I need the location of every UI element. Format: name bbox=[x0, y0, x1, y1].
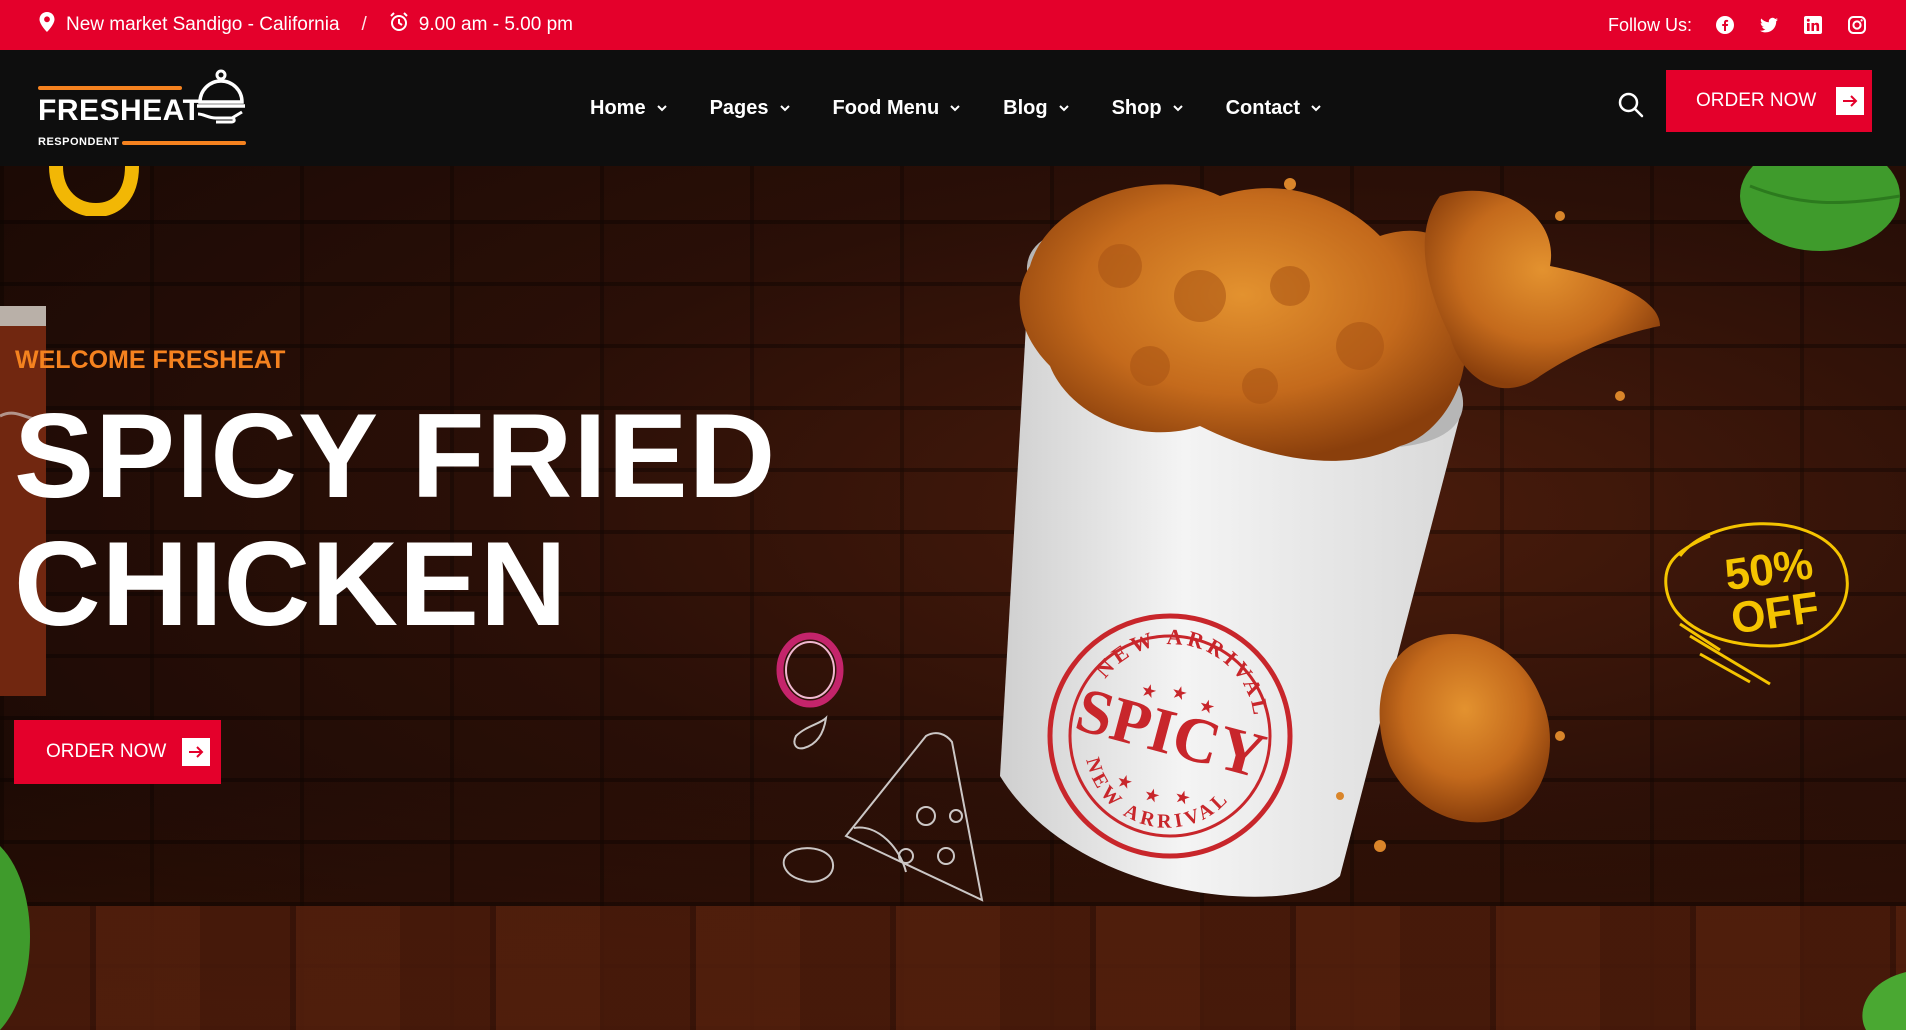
nav-item-pages[interactable]: Pages bbox=[710, 97, 791, 120]
onion-ring-image bbox=[776, 632, 844, 708]
order-now-label: ORDER NOW bbox=[46, 741, 167, 762]
nav-label: Food Menu bbox=[832, 96, 940, 119]
fried-chicken-bucket-image: NEW ARRIVAL NEW ARRIVAL SPICY ★ ★★ ★★ ★ bbox=[1000, 178, 1660, 897]
chevron-down-icon bbox=[1311, 105, 1321, 112]
top-bar: New market Sandigo - California / 9.00 a… bbox=[0, 0, 1906, 50]
chevron-down-icon bbox=[656, 105, 667, 112]
wooden-table-surface bbox=[0, 906, 1906, 1030]
site-logo[interactable]: FRESHEAT RESPONDENT bbox=[38, 68, 248, 148]
alarm-clock-icon bbox=[389, 12, 409, 38]
nav-label: Pages bbox=[709, 96, 769, 119]
chevron-down-icon bbox=[950, 105, 960, 112]
chevron-down-icon bbox=[779, 105, 790, 112]
nav-item-home[interactable]: Home bbox=[590, 97, 668, 120]
hero-banner: WELCOME FRESHEAT SPICY FRIED CHICKEN ORD… bbox=[0, 166, 1906, 1030]
primary-menu: Home Pages Food Menu Blog Shop Contact bbox=[590, 50, 1322, 166]
main-navbar: FRESHEAT RESPONDENT Home Pages Food Menu… bbox=[0, 50, 1906, 166]
facebook-icon[interactable] bbox=[1714, 14, 1736, 36]
location-info: New market Sandigo - California bbox=[38, 12, 340, 38]
basil-leaf-image bbox=[1740, 166, 1901, 251]
arrow-right-icon bbox=[1836, 87, 1865, 115]
hours-text: 9.00 am - 5.00 pm bbox=[418, 14, 573, 35]
nav-item-shop[interactable]: Shop bbox=[1112, 97, 1184, 120]
follow-label: Follow Us: bbox=[1607, 14, 1692, 35]
nav-label: Blog bbox=[1003, 96, 1048, 119]
nav-label: Contact bbox=[1225, 96, 1301, 119]
nav-label: Home bbox=[590, 96, 646, 119]
green-leaf-image bbox=[0, 846, 30, 1030]
topbar-separator: / bbox=[361, 14, 367, 35]
arrow-right-icon bbox=[182, 738, 211, 766]
nav-label: Shop bbox=[1111, 96, 1162, 119]
hours-info: 9.00 am - 5.00 pm bbox=[389, 12, 573, 38]
chevron-down-icon bbox=[1172, 105, 1183, 112]
cloche-icon bbox=[197, 69, 245, 124]
logo-accent-bar bbox=[38, 86, 182, 90]
nav-item-blog[interactable]: Blog bbox=[1003, 97, 1069, 120]
twitter-icon[interactable] bbox=[1758, 14, 1780, 36]
linkedin-icon[interactable] bbox=[1802, 14, 1824, 36]
hero-title-line-2: CHICKEN bbox=[14, 517, 568, 651]
logo-accent-bar-bottom bbox=[122, 141, 246, 145]
nav-item-contact[interactable]: Contact bbox=[1226, 97, 1322, 120]
discount-text: 50% OFF bbox=[1706, 539, 1837, 644]
logo-tagline: RESPONDENT bbox=[38, 136, 120, 148]
location-text: New market Sandigo - California bbox=[66, 14, 340, 35]
search-icon[interactable] bbox=[1616, 90, 1646, 120]
order-now-button[interactable]: ORDER NOW bbox=[1666, 70, 1872, 132]
logo-name: FRESHEAT bbox=[38, 94, 202, 127]
hero-order-now-button[interactable]: ORDER NOW bbox=[14, 720, 221, 784]
order-now-label: ORDER NOW bbox=[1696, 90, 1817, 111]
yellow-pepper-ring-image bbox=[49, 166, 139, 216]
social-links: Follow Us: bbox=[1608, 14, 1868, 36]
chevron-down-icon bbox=[1058, 105, 1069, 112]
nav-item-food-menu[interactable]: Food Menu bbox=[833, 97, 962, 120]
hero-title-line-1: SPICY FRIED bbox=[14, 389, 777, 523]
map-pin-icon bbox=[38, 12, 56, 38]
hero-title: SPICY FRIED CHICKEN bbox=[14, 392, 776, 648]
green-leaf-image bbox=[1862, 972, 1906, 1030]
hero-eyebrow: WELCOME FRESHEAT bbox=[15, 346, 286, 374]
instagram-icon[interactable] bbox=[1846, 14, 1868, 36]
